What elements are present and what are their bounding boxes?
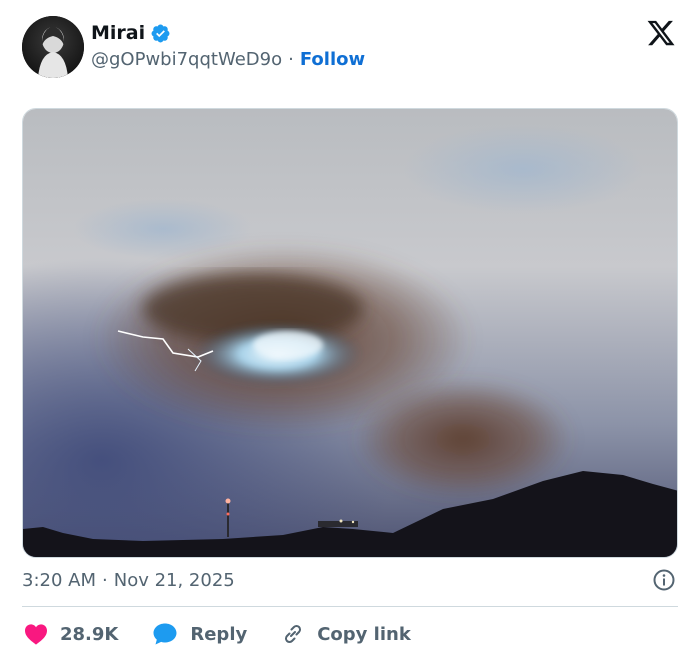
copy-link-button[interactable]: Copy link [281,622,411,646]
name-row: Mirai [91,22,171,44]
x-logo-icon[interactable] [646,18,676,48]
heart-icon [25,624,47,645]
tweet-photo[interactable] [22,108,678,558]
divider [22,606,678,607]
like-count: 28.9K [60,623,119,645]
follow-button[interactable]: Follow [300,49,365,70]
reply-label: Reply [190,623,248,645]
handle-row: @gOPwbi7qqtWeD9o · Follow [91,49,365,70]
tweet-time: 3:20 AM [22,570,96,591]
handle-separator: · [288,49,294,70]
author-handle[interactable]: @gOPwbi7qqtWeD9o [91,49,282,70]
display-name[interactable]: Mirai [91,22,145,44]
speech-bubble-icon [153,623,177,645]
timestamp-separator: · [102,570,108,591]
tweet-date: Nov 21, 2025 [113,570,235,591]
link-icon [285,624,302,644]
avatar[interactable] [22,16,84,78]
verified-badge-icon [151,24,170,42]
action-bar: 28.9K Reply Copy link [24,620,445,648]
reply-button[interactable]: Reply [152,622,247,646]
copy-link-label: Copy link [317,623,411,645]
like-button[interactable]: 28.9K [24,623,118,645]
tweet-timestamp[interactable]: 3:20 AM · Nov 21, 2025 [22,570,235,591]
tweet-header: Mirai @gOPwbi7qqtWeD9o · Follow [22,16,682,80]
info-icon[interactable] [652,568,676,592]
